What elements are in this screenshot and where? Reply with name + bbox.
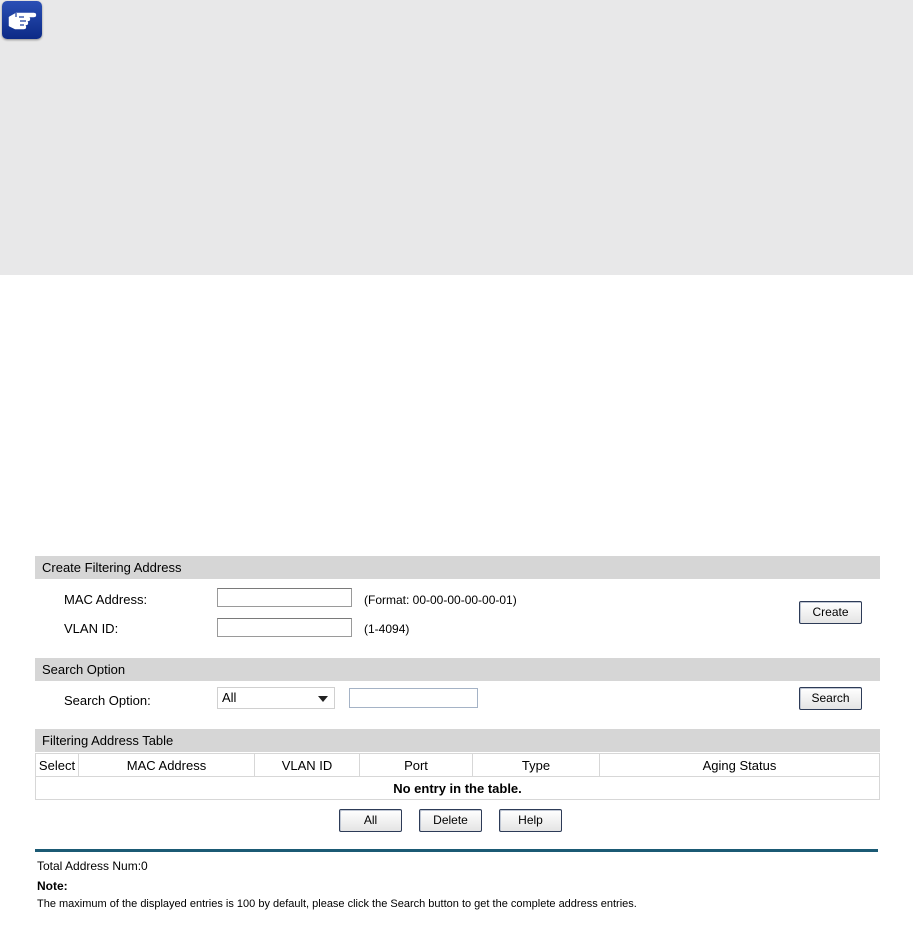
mac-address-label: MAC Address:	[64, 592, 148, 607]
column-header-select: Select	[35, 753, 79, 777]
create-button[interactable]: Create	[799, 601, 862, 624]
column-header-type: Type	[472, 753, 600, 777]
note-panel	[0, 0, 913, 275]
column-header-vlan-id: VLAN ID	[254, 753, 360, 777]
help-button[interactable]: Help	[499, 809, 562, 832]
column-header-mac-address: MAC Address	[78, 753, 255, 777]
search-option-select[interactable]: All	[217, 687, 335, 709]
note-title: Note:	[37, 879, 68, 893]
delete-button[interactable]: Delete	[419, 809, 482, 832]
search-button[interactable]: Search	[799, 687, 862, 710]
filtering-address-table: Select MAC Address VLAN ID Port Type Agi…	[35, 753, 880, 800]
empty-table-message: No entry in the table.	[35, 776, 880, 800]
all-button[interactable]: All	[339, 809, 402, 832]
search-option-label: Search Option:	[64, 693, 151, 708]
divider	[35, 849, 878, 852]
search-option-selected: All	[222, 690, 237, 705]
note-text: The maximum of the displayed entries is …	[37, 898, 637, 910]
create-section-header: Create Filtering Address	[35, 556, 880, 579]
total-address-count: Total Address Num:0	[37, 859, 148, 873]
vlan-id-label: VLAN ID:	[64, 621, 119, 636]
column-header-aging-status: Aging Status	[599, 753, 880, 777]
table-section-header: Filtering Address Table	[35, 729, 880, 752]
search-value-input[interactable]	[349, 688, 478, 708]
vlan-id-input[interactable]	[217, 618, 352, 637]
table-header-row: Select MAC Address VLAN ID Port Type Agi…	[35, 753, 880, 777]
table-row: No entry in the table.	[35, 776, 880, 800]
column-header-port: Port	[359, 753, 473, 777]
vlan-range-hint: (1-4094)	[364, 622, 410, 636]
search-section-header: Search Option	[35, 658, 880, 681]
pointing-hand-icon	[2, 1, 42, 39]
mac-format-hint: (Format: 00-00-00-00-00-01)	[364, 593, 517, 607]
mac-address-input[interactable]	[217, 588, 352, 607]
chevron-down-icon	[318, 696, 328, 702]
